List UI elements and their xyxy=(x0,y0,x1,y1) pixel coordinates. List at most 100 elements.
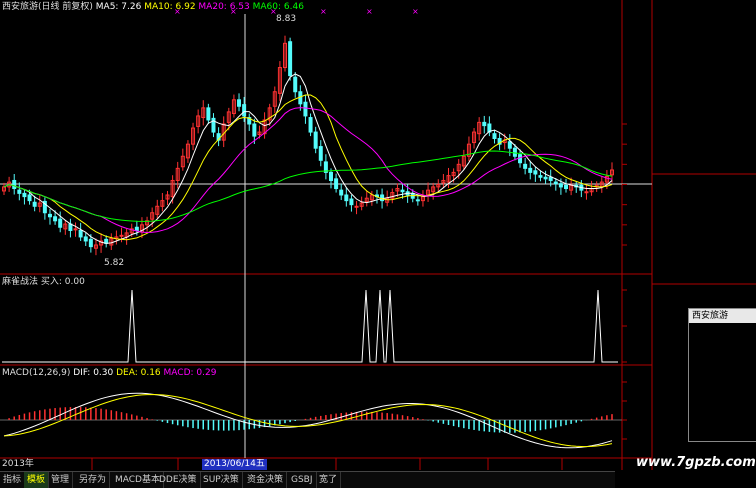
candle-body xyxy=(237,99,242,107)
stat-row xyxy=(656,188,756,201)
toolbar-button[interactable]: 指标 xyxy=(0,472,26,488)
year-label: 2013年 xyxy=(2,459,34,469)
event-marker: × xyxy=(320,7,327,16)
candle-body xyxy=(308,117,313,133)
candle-body xyxy=(380,194,385,202)
ma10-line xyxy=(3,94,613,241)
popup-row xyxy=(689,419,756,430)
candle-body xyxy=(528,167,533,173)
candle-body xyxy=(344,194,349,202)
stat-row xyxy=(656,269,756,282)
stat-row xyxy=(656,215,756,228)
bid-row xyxy=(656,114,756,129)
candle-body xyxy=(518,154,523,164)
ma10-label: MA10: 6.92 xyxy=(144,2,196,12)
stat-row xyxy=(656,255,756,268)
toolbar-button[interactable]: 模板 xyxy=(24,472,50,488)
popup-row xyxy=(689,387,756,398)
crosshair-date-label: 2013/06/14五 xyxy=(202,459,267,470)
bid-row xyxy=(656,159,756,174)
candle-body xyxy=(73,228,78,231)
candle-body xyxy=(288,41,293,77)
low-price-annotation: 5.82 xyxy=(104,258,125,268)
candle-body xyxy=(548,176,553,181)
candle-body xyxy=(400,189,405,193)
candle-body xyxy=(512,147,517,157)
candle-body xyxy=(538,175,543,178)
candle-body xyxy=(58,218,63,228)
popup-row xyxy=(689,377,756,388)
candle-body xyxy=(78,229,83,238)
ma20-label: MA20: 6.53 xyxy=(198,2,250,12)
stat-row xyxy=(656,201,756,214)
ma20-line xyxy=(3,107,613,234)
toolbar-button[interactable]: 宽了 xyxy=(316,472,342,488)
candle-body xyxy=(17,189,22,194)
candle-body xyxy=(88,238,93,248)
macd-value: MACD: 0.29 xyxy=(163,368,217,378)
ma5-label: MA5: 7.26 xyxy=(95,2,142,12)
candle-body xyxy=(318,146,323,161)
indicator-panel xyxy=(2,289,618,363)
candle-body xyxy=(558,183,563,188)
candle-body xyxy=(134,226,139,231)
stat-row xyxy=(656,242,756,255)
popup-row xyxy=(689,429,756,440)
toolbar-button[interactable]: DDE决策 xyxy=(156,472,201,488)
macd-params: MACD(12,26,9) xyxy=(2,368,71,378)
tick-row xyxy=(656,286,756,298)
popup-row xyxy=(689,345,756,356)
candle-body xyxy=(354,205,359,208)
candle-body xyxy=(339,189,344,196)
candle-body xyxy=(53,216,58,222)
popup-row xyxy=(689,324,756,335)
candle-body xyxy=(83,236,88,242)
candle-body xyxy=(119,234,124,237)
candle-body xyxy=(242,104,247,117)
candle-body xyxy=(553,181,558,185)
candle-body xyxy=(252,123,257,137)
candle-body xyxy=(564,184,569,190)
popup-title[interactable]: 西安旅游 xyxy=(689,309,756,323)
candle-body xyxy=(334,178,339,190)
data-window-popup[interactable]: 西安旅游 xyxy=(688,308,756,442)
candle-body xyxy=(507,141,512,149)
candle-body xyxy=(482,121,487,127)
candlestick-series xyxy=(2,35,614,256)
candle-body xyxy=(12,179,17,190)
chart-title: 西安旅游(日线 前复权) xyxy=(2,2,93,12)
event-marker: × xyxy=(366,7,373,16)
candle-body xyxy=(328,171,333,181)
toolbar-button[interactable]: 另存为 xyxy=(76,472,111,488)
indicator-title: 麻雀战法 买入: 0.00 xyxy=(2,277,85,287)
candle-body xyxy=(22,192,27,198)
buy-signal-line xyxy=(2,289,618,363)
candle-body xyxy=(206,107,211,121)
kline-chart-canvas[interactable]: × × × × × × xyxy=(0,0,756,487)
watermark: www.7gpzb.com xyxy=(636,455,756,470)
toolbar-button[interactable]: SUP决策 xyxy=(200,472,243,488)
candle-body xyxy=(303,101,308,117)
stat-row xyxy=(656,174,756,187)
candle-body xyxy=(584,191,589,194)
popup-row xyxy=(689,335,756,346)
macd-panel xyxy=(0,392,622,449)
toolbar-button[interactable]: 管理 xyxy=(48,472,74,488)
toolbar-button[interactable]: GSBJ xyxy=(288,472,317,488)
high-price-annotation: 8.83 xyxy=(276,14,297,24)
popup-row xyxy=(689,408,756,419)
macd-dea: DEA: 0.16 xyxy=(116,368,161,378)
toolbar-button[interactable]: 资金决策 xyxy=(244,472,288,488)
macd-dif: DIF: 0.30 xyxy=(73,368,114,378)
popup-row xyxy=(689,366,756,377)
ma60-label: MA60: 6.46 xyxy=(252,2,304,12)
candle-body xyxy=(313,131,318,149)
candle-body xyxy=(32,201,37,207)
candle-body xyxy=(415,199,420,202)
bid-row xyxy=(656,144,756,159)
popup-row xyxy=(689,398,756,409)
candle-body xyxy=(68,223,73,231)
tick-row xyxy=(656,442,756,454)
candle-body xyxy=(523,163,528,169)
candle-body xyxy=(492,133,497,140)
